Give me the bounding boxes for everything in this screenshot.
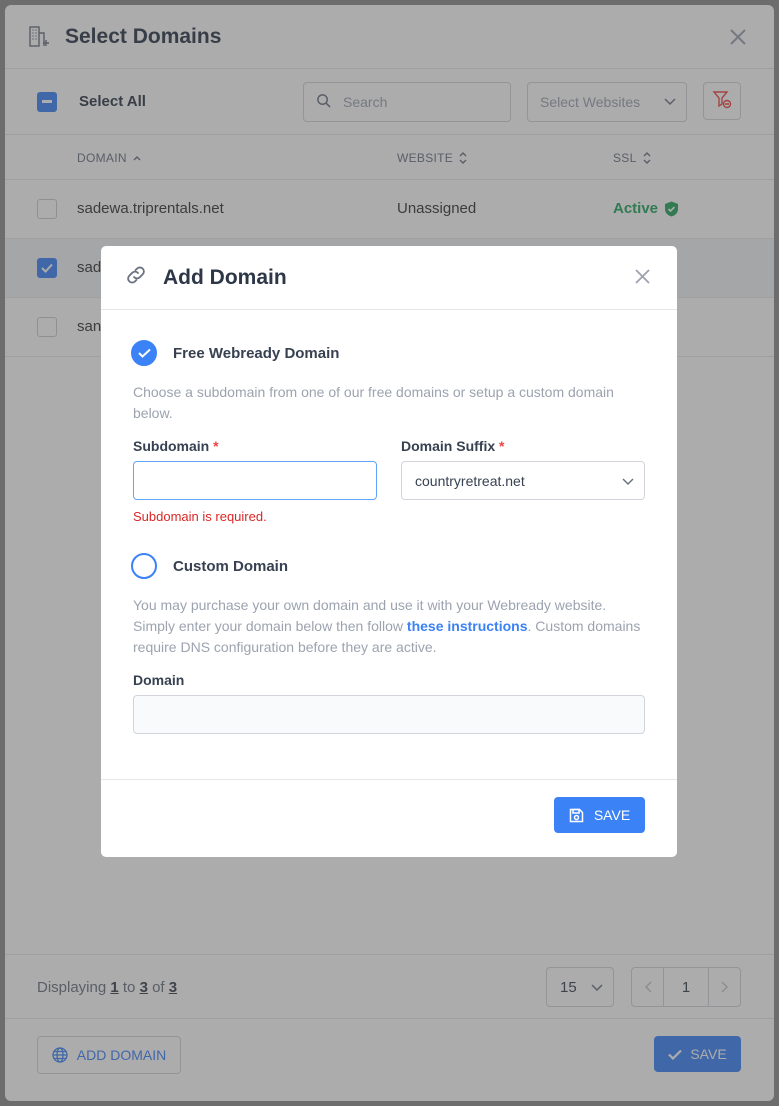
save-label: SAVE: [593, 807, 631, 823]
domain-suffix-label-text: Domain Suffix: [401, 438, 496, 454]
subdomain-error: Subdomain is required.: [133, 509, 267, 524]
domain-input[interactable]: [133, 695, 645, 734]
close-icon[interactable]: [634, 268, 651, 290]
dialog-title: Add Domain: [163, 265, 287, 289]
link-icon: [125, 264, 147, 291]
custom-domain-radio[interactable]: [131, 553, 157, 579]
domain-suffix-select[interactable]: countryretreat.net: [401, 461, 645, 500]
subdomain-input[interactable]: [133, 461, 377, 500]
add-domain-footer: SAVE: [101, 779, 677, 857]
save-button[interactable]: SAVE: [554, 797, 645, 833]
floppy-disk-icon: [569, 808, 584, 822]
instructions-link[interactable]: these instructions: [407, 618, 528, 634]
required-mark: *: [499, 438, 505, 454]
custom-domain-help: You may purchase your own domain and use…: [133, 595, 645, 658]
free-domain-help: Choose a subdomain from one of our free …: [133, 384, 614, 421]
add-domain-header: Add Domain: [101, 246, 677, 310]
domain-suffix-label: Domain Suffix *: [401, 438, 504, 454]
custom-domain-label[interactable]: Custom Domain: [173, 558, 288, 575]
check-icon: [137, 348, 151, 358]
free-domain-label[interactable]: Free Webready Domain: [173, 345, 339, 362]
add-domain-dialog: Add Domain Free Webready Domain Choose a…: [101, 246, 677, 857]
domain-label: Domain: [133, 672, 185, 688]
required-mark: *: [213, 438, 219, 454]
subdomain-label-text: Subdomain: [133, 438, 210, 454]
subdomain-label: Subdomain *: [133, 438, 219, 454]
free-domain-radio[interactable]: [131, 340, 157, 366]
domain-suffix-value: countryretreat.net: [415, 472, 525, 489]
